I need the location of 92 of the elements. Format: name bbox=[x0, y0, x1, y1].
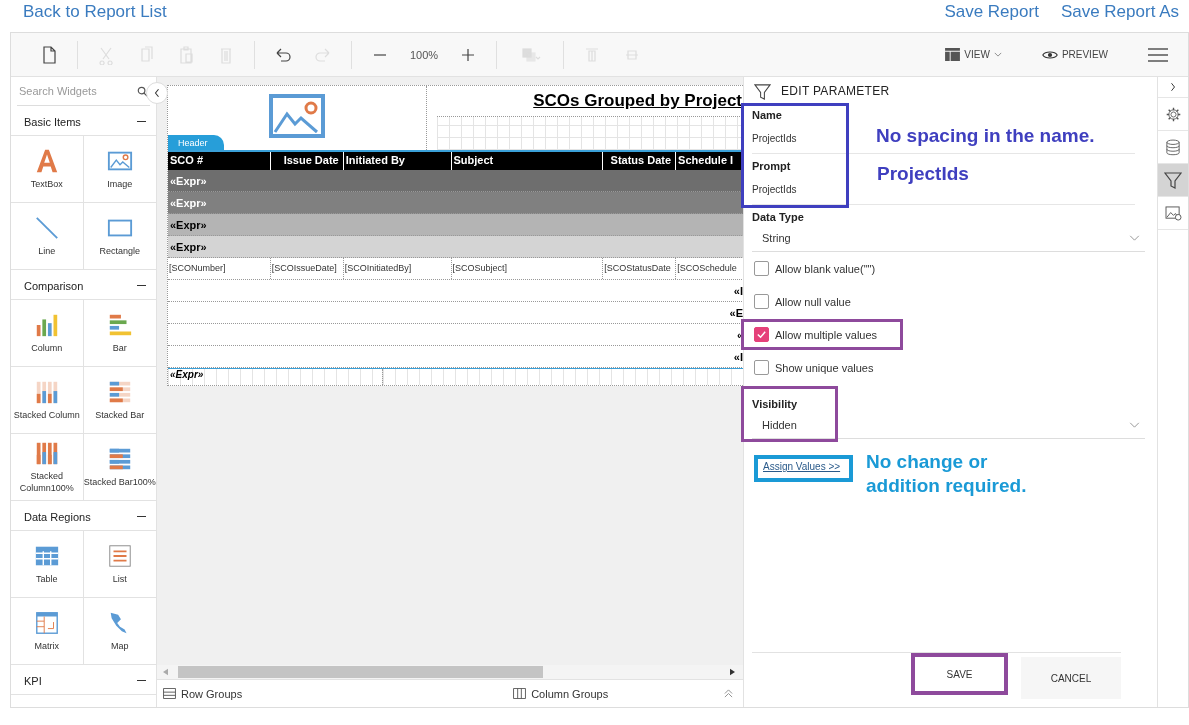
columns-icon bbox=[513, 688, 527, 699]
section-title: Comparison bbox=[24, 279, 84, 292]
widget-tile[interactable]: Column bbox=[11, 300, 84, 367]
cancel-button[interactable]: CANCEL bbox=[1021, 657, 1121, 699]
chevron-left-icon bbox=[154, 88, 160, 98]
widget-tile[interactable]: Map bbox=[83, 598, 156, 665]
checkbox[interactable] bbox=[754, 360, 769, 375]
table-cell: «I bbox=[733, 350, 743, 363]
group-row: «Expr» bbox=[168, 192, 743, 214]
collapse-button[interactable] bbox=[146, 82, 168, 104]
layout-icon bbox=[945, 48, 961, 61]
chevron-right-icon bbox=[1170, 82, 1176, 92]
back-link[interactable]: Back to Report List bbox=[23, 2, 167, 22]
annotation-text: No spacing in the name. bbox=[876, 124, 1095, 148]
field-label: Name bbox=[752, 108, 783, 123]
save-button[interactable]: SAVE bbox=[911, 653, 1008, 695]
preview-button[interactable]: PREVIEW bbox=[1041, 49, 1108, 60]
caret-icon bbox=[993, 52, 1002, 57]
checkbox[interactable] bbox=[754, 294, 769, 309]
table-cell: «E bbox=[729, 306, 743, 319]
group-row: «Expr» bbox=[168, 214, 743, 236]
table-cell: [SCOInitiatedBy] bbox=[343, 258, 452, 279]
checkbox[interactable] bbox=[754, 261, 769, 276]
text-field[interactable]: ProjectIds bbox=[752, 123, 797, 153]
table-cell: [SCOIssueDate] bbox=[270, 258, 344, 279]
table-cell: [SCOSchedule bbox=[676, 258, 743, 279]
settings-icon bbox=[1164, 105, 1182, 123]
save-link[interactable]: Save Report As bbox=[1060, 2, 1179, 22]
text-field[interactable]: ProjectIds bbox=[752, 174, 797, 204]
save-link[interactable]: Save Report bbox=[944, 2, 1039, 22]
chevron-down-icon bbox=[1129, 235, 1140, 241]
report-title: SCOs Grouped by Project bbox=[533, 91, 742, 111]
table-cell: «Expr» bbox=[168, 369, 383, 385]
checkbox-option[interactable]: Allow multiple values bbox=[754, 327, 878, 342]
expand-icon[interactable] bbox=[724, 689, 733, 698]
section-title: Data Regions bbox=[24, 510, 91, 523]
widget-tile[interactable]: Image bbox=[83, 136, 156, 203]
image-placeholder-icon bbox=[269, 94, 325, 138]
field-label: Prompt bbox=[752, 159, 792, 174]
image-settings-icon bbox=[1164, 205, 1182, 221]
group-row: «Expr» bbox=[168, 170, 743, 192]
annotation-text: No change or addition required. bbox=[866, 450, 1028, 498]
matrix-icon bbox=[33, 610, 60, 636]
section-title: Basic Items bbox=[24, 115, 81, 128]
menu-icon[interactable] bbox=[1148, 46, 1168, 63]
widget-tile[interactable]: Stacked Bar bbox=[83, 367, 156, 434]
group-row: «Expr» bbox=[168, 236, 743, 258]
eye-icon bbox=[1041, 49, 1058, 60]
checkmark-icon bbox=[756, 329, 767, 340]
widget-tile[interactable]: Stacked Column100% bbox=[11, 434, 84, 501]
widget-tile[interactable]: Rectangle bbox=[83, 203, 156, 270]
rows-icon bbox=[163, 688, 176, 699]
table-cell: «I bbox=[733, 284, 743, 297]
widget-tile[interactable]: TextBox bbox=[11, 136, 84, 203]
table-cell: [SCOStatusDate bbox=[603, 258, 677, 279]
scroll-right-icon[interactable] bbox=[730, 668, 735, 676]
database-icon bbox=[1166, 138, 1180, 156]
checkbox-option[interactable]: Allow null value bbox=[754, 294, 851, 309]
checkbox-option[interactable]: Allow blank value("") bbox=[754, 261, 876, 276]
zoom-level: 100% bbox=[410, 48, 439, 61]
section-title: KPI bbox=[24, 674, 42, 687]
widget-tile[interactable]: Stacked Column bbox=[11, 367, 84, 434]
checkbox-option[interactable]: Show unique values bbox=[754, 360, 874, 375]
visibility-dropdown[interactable]: Hidden bbox=[752, 412, 1145, 439]
widget-tile[interactable]: List bbox=[83, 531, 156, 598]
assign-values-link[interactable]: Assign Values >> bbox=[754, 455, 854, 482]
data-type-dropdown[interactable]: String bbox=[752, 225, 1145, 252]
field-label: Data Type bbox=[752, 210, 805, 225]
chevron-down-icon bbox=[1129, 422, 1140, 428]
search-field[interactable]: Search Widgets bbox=[19, 85, 119, 97]
widget-tile[interactable]: Bar bbox=[83, 300, 156, 367]
widget-tile[interactable]: Line bbox=[11, 203, 84, 270]
filter-icon bbox=[754, 82, 771, 100]
table-cell: [SCONumber] bbox=[168, 258, 271, 279]
search-icon bbox=[137, 85, 148, 97]
scrollbar-thumb[interactable] bbox=[178, 666, 543, 678]
checkbox[interactable] bbox=[754, 327, 769, 342]
filter-icon bbox=[1164, 171, 1182, 189]
field-label: Visibility bbox=[752, 397, 799, 412]
filter-tab[interactable] bbox=[1158, 164, 1188, 197]
row-groups-button[interactable]: Row Groups bbox=[163, 687, 243, 700]
table-cell: [SCOSubject] bbox=[451, 258, 604, 279]
view-button[interactable]: VIEW bbox=[945, 48, 1002, 61]
panel-title: EDIT PARAMETER bbox=[781, 84, 890, 98]
list-icon bbox=[106, 543, 133, 569]
line-icon bbox=[33, 215, 60, 241]
widget-tile[interactable]: Table bbox=[11, 531, 84, 598]
column-groups-button[interactable]: Column Groups bbox=[513, 687, 609, 700]
widget-tile[interactable]: Matrix bbox=[11, 598, 84, 665]
annotation-text: ProjectIds bbox=[877, 162, 969, 186]
scroll-left-icon[interactable] bbox=[163, 668, 168, 676]
widget-tile[interactable]: Stacked Bar100% bbox=[83, 434, 156, 501]
